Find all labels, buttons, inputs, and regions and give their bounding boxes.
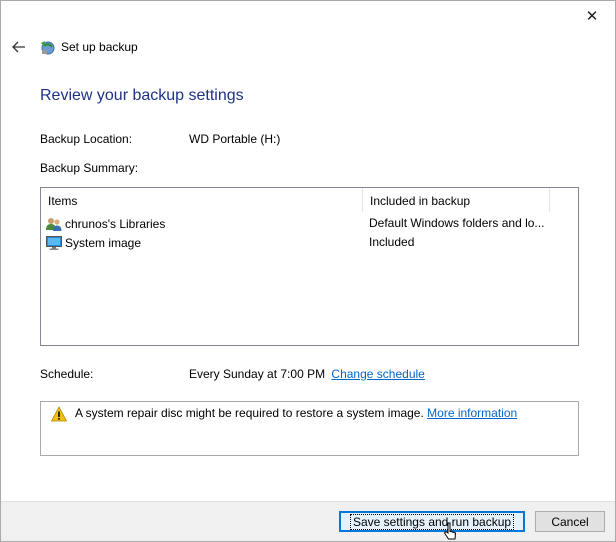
list-item-name: chrunos's Libraries [65, 216, 166, 231]
close-button[interactable]: ✕ [569, 1, 615, 31]
button-bar: Save settings and run backup Cancel [1, 501, 615, 541]
arrow-left-icon [12, 41, 25, 53]
list-item-name-cell: System image [46, 233, 141, 252]
page-title: Review your backup settings [40, 87, 244, 104]
more-information-link[interactable]: More information [427, 406, 517, 420]
close-icon: ✕ [585, 8, 599, 25]
list-header: Items Included in backup [41, 188, 578, 212]
mouse-cursor-icon [443, 522, 457, 540]
cancel-button[interactable]: Cancel [535, 511, 605, 532]
warning-icon [51, 406, 67, 422]
backup-location-value: WD Portable (H:) [189, 132, 281, 146]
back-button[interactable] [9, 37, 29, 57]
column-header-included[interactable]: Included in backup [363, 188, 550, 212]
list-item[interactable]: chrunos's Libraries Default Windows fold… [41, 214, 578, 233]
column-header-items[interactable]: Items [41, 188, 363, 212]
save-and-run-label: Save settings and run backup [349, 513, 515, 530]
title-bar: ✕ [1, 1, 615, 31]
users-icon [46, 217, 62, 231]
backup-location-label: Backup Location: [40, 132, 133, 146]
list-item-included: Default Windows folders and lo... [369, 216, 545, 230]
schedule-value: Every Sunday at 7:00 PM [189, 367, 326, 381]
app-title: Set up backup [61, 40, 138, 54]
monitor-icon [46, 235, 62, 250]
cancel-label: Cancel [551, 514, 589, 529]
list-item[interactable]: System image Included [41, 233, 578, 252]
schedule-value-group: Every Sunday at 7:00 PM Change schedule [189, 367, 425, 381]
nav-bar: Set up backup [9, 37, 138, 57]
backup-window: ✕ Set up backup Review your backup setti… [0, 0, 616, 542]
list-item-name-cell: chrunos's Libraries [46, 214, 165, 233]
info-message: A system repair disc might be required t… [75, 406, 424, 420]
schedule-label: Schedule: [40, 367, 94, 381]
info-panel: A system repair disc might be required t… [40, 401, 579, 456]
change-schedule-link[interactable]: Change schedule [331, 367, 424, 381]
list-item-name: System image [65, 235, 142, 250]
list-item-included: Included [369, 235, 415, 249]
backup-summary-list[interactable]: Items Included in backup chrunos's Libra… [40, 187, 579, 346]
backup-icon [41, 41, 55, 55]
backup-summary-label: Backup Summary: [40, 161, 139, 175]
info-message-group: A system repair disc might be required t… [75, 406, 517, 420]
save-and-run-button[interactable]: Save settings and run backup [339, 511, 525, 532]
